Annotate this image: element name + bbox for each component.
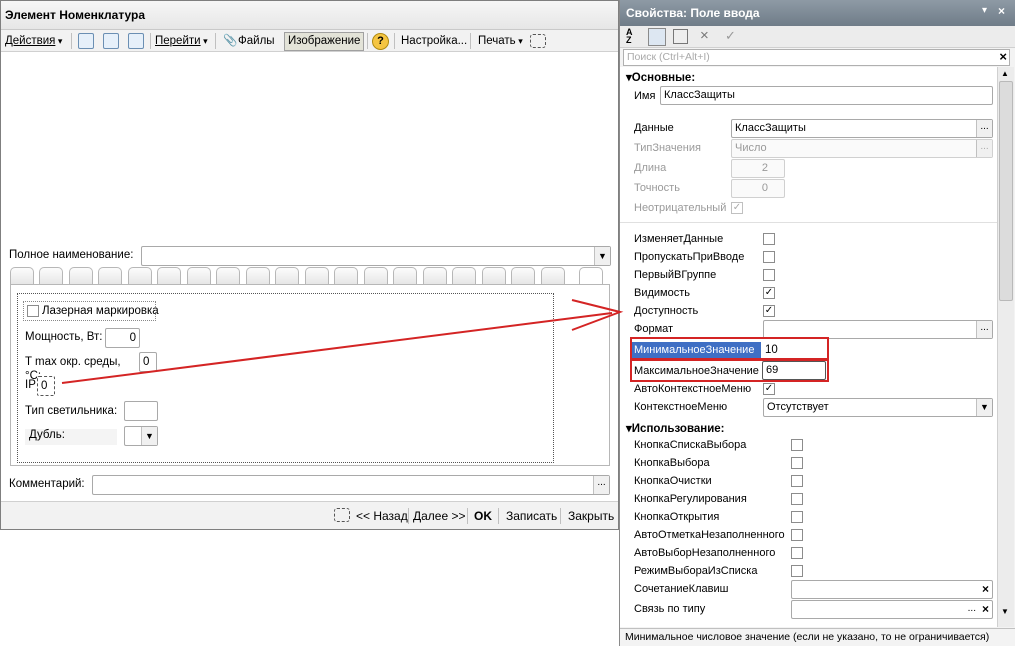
annotation-arrow — [61, 299, 624, 384]
